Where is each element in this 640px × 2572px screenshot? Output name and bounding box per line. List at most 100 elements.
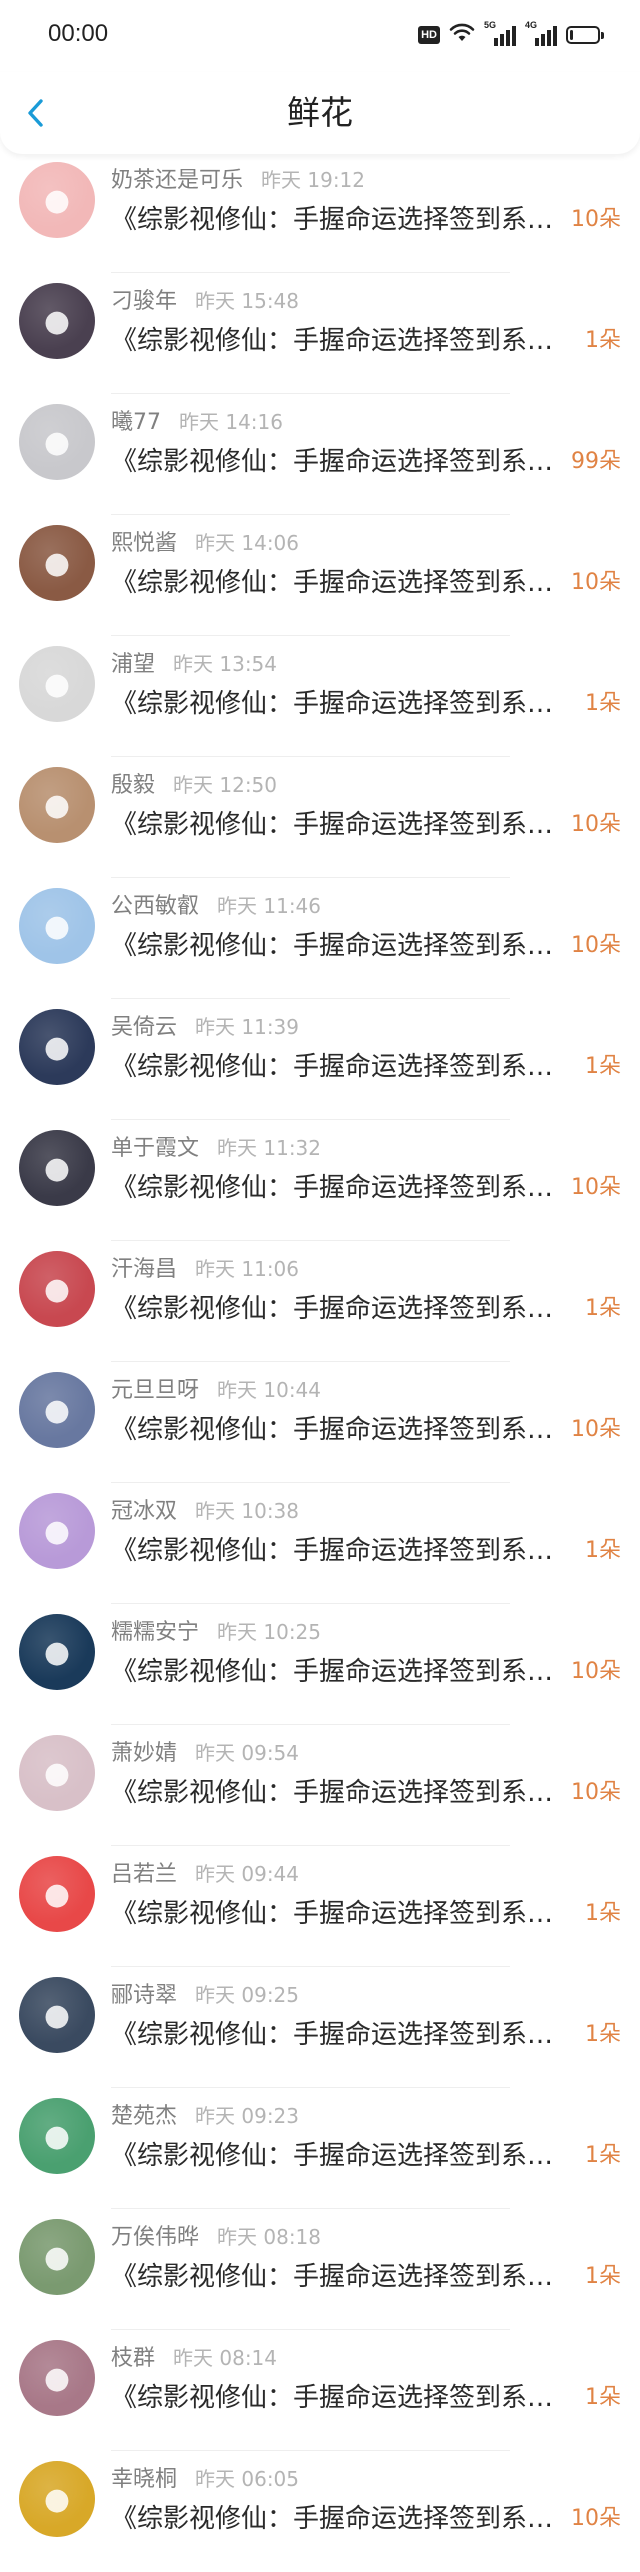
user-name[interactable]: 奶茶还是可乐 [111,162,243,194]
avatar[interactable]: ● [19,283,95,359]
user-avatar-icon: ● [43,1997,71,2033]
list-item[interactable]: ● 熙悦酱 昨天 14:06 《综影视修仙：手握命运选择签到系统》 10朵 [0,515,640,636]
list-item[interactable]: ● 曦77 昨天 14:16 《综影视修仙：手握命运选择签到系统》 99朵 [0,394,640,515]
row-meta: 楚苑杰 昨天 09:23 [111,2098,299,2130]
avatar[interactable]: ● [19,1130,95,1206]
list-item[interactable]: ● 幸晓桐 昨天 06:05 《综影视修仙：手握命运选择签到系统》 10朵 [0,2451,640,2572]
list-item[interactable]: ● 糯糯安宁 昨天 10:25 《综影视修仙：手握命运选择签到系统》 10朵 [0,1604,640,1725]
avatar[interactable]: ● [19,1856,95,1932]
book-title[interactable]: 《综影视修仙：手握命运选择签到系统》 [111,1654,571,1690]
timestamp: 昨天 09:54 [195,1740,300,1765]
user-name[interactable]: 郦诗翠 [111,1977,177,2009]
book-title[interactable]: 《综影视修仙：手握命运选择签到系统》 [111,807,571,843]
list-item[interactable]: ● 吕若兰 昨天 09:44 《综影视修仙：手握命运选择签到系统》 1朵 [0,1846,640,1967]
list-item[interactable]: ● 殷毅 昨天 12:50 《综影视修仙：手握命运选择签到系统》 10朵 [0,757,640,878]
user-avatar-icon: ● [43,424,71,460]
timestamp: 昨天 11:32 [217,1135,322,1160]
user-name[interactable]: 殷毅 [111,767,155,799]
book-title[interactable]: 《综影视修仙：手握命运选择签到系统》 [111,444,571,480]
list-item[interactable]: ● 冠冰双 昨天 10:38 《综影视修仙：手握命运选择签到系统》 1朵 [0,1483,640,1604]
user-name[interactable]: 楚苑杰 [111,2098,177,2130]
list-item[interactable]: ● 枝群 昨天 08:14 《综影视修仙：手握命运选择签到系统》 1朵 [0,2330,640,2451]
book-title[interactable]: 《综影视修仙：手握命运选择签到系统》 [111,928,571,964]
list-item[interactable]: ● 吴倚云 昨天 11:39 《综影视修仙：手握命运选择签到系统》 1朵 [0,999,640,1120]
avatar[interactable]: ● [19,162,95,238]
list-item[interactable]: ● 萧妙婧 昨天 09:54 《综影视修仙：手握命运选择签到系统》 10朵 [0,1725,640,1846]
avatar[interactable]: ● [19,2340,95,2416]
avatar[interactable]: ● [19,1735,95,1811]
user-name[interactable]: 曦77 [111,404,161,436]
user-name[interactable]: 汗海昌 [111,1251,177,1283]
user-avatar-icon: ● [43,2239,71,2275]
list-item[interactable]: ● 郦诗翠 昨天 09:25 《综影视修仙：手握命运选择签到系统》 1朵 [0,1967,640,2088]
list-item[interactable]: ● 汗海昌 昨天 11:06 《综影视修仙：手握命运选择签到系统》 1朵 [0,1241,640,1362]
user-name[interactable]: 冠冰双 [111,1493,177,1525]
user-name[interactable]: 浦望 [111,646,155,678]
avatar[interactable]: ● [19,2219,95,2295]
timestamp: 昨天 10:44 [217,1377,322,1402]
book-title[interactable]: 《综影视修仙：手握命运选择签到系统》 [111,1896,571,1932]
user-name[interactable]: 萧妙婧 [111,1735,177,1767]
timestamp: 昨天 10:38 [195,1498,300,1523]
row-meta: 吕若兰 昨天 09:44 [111,1856,299,1888]
avatar[interactable]: ● [19,404,95,480]
book-title[interactable]: 《综影视修仙：手握命运选择签到系统》 [111,1049,571,1085]
list-item[interactable]: ● 公西敏叡 昨天 11:46 《综影视修仙：手握命运选择签到系统》 10朵 [0,878,640,999]
user-name[interactable]: 糯糯安宁 [111,1614,199,1646]
timestamp: 昨天 08:14 [173,2345,278,2370]
avatar[interactable]: ● [19,767,95,843]
book-title[interactable]: 《综影视修仙：手握命运选择签到系统》 [111,1412,571,1448]
list-item[interactable]: ● 奶茶还是可乐 昨天 19:12 《综影视修仙：手握命运选择签到系统》 10朵 [0,152,640,273]
book-title[interactable]: 《综影视修仙：手握命运选择签到系统》 [111,2380,571,2416]
avatar[interactable]: ● [19,2098,95,2174]
user-avatar-icon: ● [43,666,71,702]
avatar[interactable]: ● [19,1372,95,1448]
avatar[interactable]: ● [19,888,95,964]
avatar[interactable]: ● [19,1493,95,1569]
avatar[interactable]: ● [19,1977,95,2053]
status-time: 00:00 [48,20,109,47]
avatar[interactable]: ● [19,525,95,601]
avatar[interactable]: ● [19,1251,95,1327]
battery-icon [566,26,604,44]
book-title[interactable]: 《综影视修仙：手握命运选择签到系统》 [111,565,571,601]
flower-count: 99朵 [571,449,621,474]
user-name[interactable]: 刁骏年 [111,283,177,315]
avatar[interactable]: ● [19,1009,95,1085]
user-name[interactable]: 吴倚云 [111,1009,177,1041]
book-title[interactable]: 《综影视修仙：手握命运选择签到系统》 [111,2138,571,2174]
user-name[interactable]: 单于霞文 [111,1130,199,1162]
book-title[interactable]: 《综影视修仙：手握命运选择签到系统》 [111,2259,571,2295]
avatar[interactable]: ● [19,646,95,722]
flower-count: 1朵 [585,2143,621,2168]
book-title[interactable]: 《综影视修仙：手握命运选择签到系统》 [111,323,571,359]
row-meta: 熙悦酱 昨天 14:06 [111,525,299,557]
row-meta: 单于霞文 昨天 11:32 [111,1130,322,1162]
book-title[interactable]: 《综影视修仙：手握命运选择签到系统》 [111,2501,571,2537]
user-name[interactable]: 枝群 [111,2340,155,2372]
row-meta: 幸晓桐 昨天 06:05 [111,2461,299,2493]
list-item[interactable]: ● 浦望 昨天 13:54 《综影视修仙：手握命运选择签到系统》 1朵 [0,636,640,757]
avatar[interactable]: ● [19,2461,95,2537]
user-name[interactable]: 吕若兰 [111,1856,177,1888]
row-meta: 浦望 昨天 13:54 [111,646,277,678]
user-name[interactable]: 幸晓桐 [111,2461,177,2493]
list-item[interactable]: ● 刁骏年 昨天 15:48 《综影视修仙：手握命运选择签到系统》 1朵 [0,273,640,394]
list-item[interactable]: ● 单于霞文 昨天 11:32 《综影视修仙：手握命运选择签到系统》 10朵 [0,1120,640,1241]
list-item[interactable]: ● 万俟伟晔 昨天 08:18 《综影视修仙：手握命运选择签到系统》 1朵 [0,2209,640,2330]
list-item[interactable]: ● 楚苑杰 昨天 09:23 《综影视修仙：手握命运选择签到系统》 1朵 [0,2088,640,2209]
user-name[interactable]: 元旦旦呀 [111,1372,199,1404]
user-name[interactable]: 公西敏叡 [111,888,199,920]
book-title[interactable]: 《综影视修仙：手握命运选择签到系统》 [111,1533,571,1569]
book-title[interactable]: 《综影视修仙：手握命运选择签到系统》 [111,1291,571,1327]
book-title[interactable]: 《综影视修仙：手握命运选择签到系统》 [111,1170,571,1206]
book-title[interactable]: 《综影视修仙：手握命运选择签到系统》 [111,2017,571,2053]
user-name[interactable]: 熙悦酱 [111,525,177,557]
book-title[interactable]: 《综影视修仙：手握命运选择签到系统》 [111,686,571,722]
user-avatar-icon: ● [43,1634,71,1670]
avatar[interactable]: ● [19,1614,95,1690]
book-title[interactable]: 《综影视修仙：手握命运选择签到系统》 [111,1775,571,1811]
list-item[interactable]: ● 元旦旦呀 昨天 10:44 《综影视修仙：手握命运选择签到系统》 10朵 [0,1362,640,1483]
book-title[interactable]: 《综影视修仙：手握命运选择签到系统》 [111,202,571,238]
user-name[interactable]: 万俟伟晔 [111,2219,199,2251]
